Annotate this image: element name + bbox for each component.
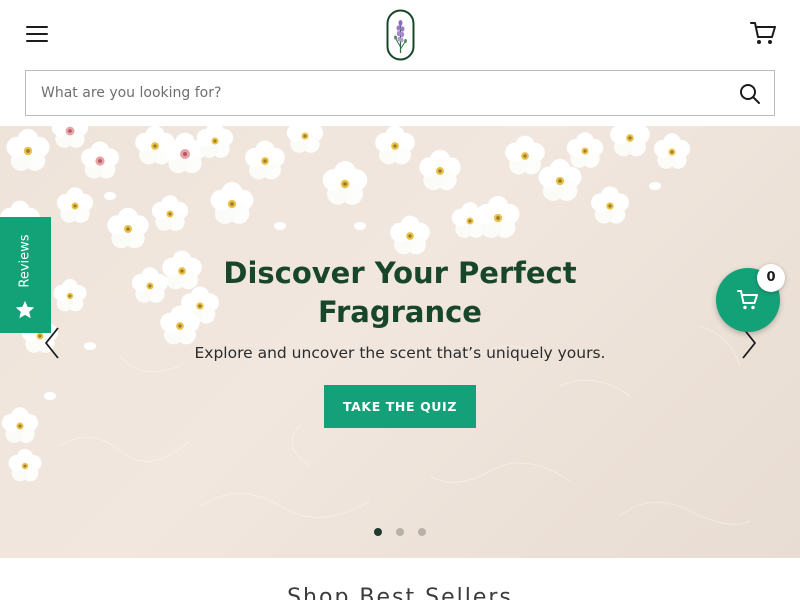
- site-header: [0, 0, 800, 126]
- cart-count-badge: 0: [757, 264, 785, 292]
- hamburger-menu-button[interactable]: [22, 20, 52, 48]
- lavender-logo-icon[interactable]: [386, 9, 415, 61]
- reviews-tab-label: Reviews: [17, 234, 33, 288]
- search-bar: [25, 70, 775, 116]
- take-quiz-button[interactable]: TAKE THE QUIZ: [324, 385, 476, 428]
- slide-dot-1[interactable]: [374, 528, 382, 536]
- star-icon: [15, 300, 35, 319]
- search-icon[interactable]: [738, 82, 762, 106]
- hero-banner: Discover Your Perfect Fragrance Explore …: [0, 126, 800, 558]
- hamburger-line: [26, 26, 48, 28]
- hero-title: Discover Your Perfect Fragrance: [223, 256, 577, 329]
- reviews-tab[interactable]: Reviews: [0, 217, 51, 333]
- hamburger-line: [26, 33, 48, 35]
- shopping-cart-icon[interactable]: [748, 18, 778, 48]
- slide-dot-3[interactable]: [418, 528, 426, 536]
- hamburger-line: [26, 40, 48, 42]
- blossom-background-image: [0, 126, 751, 525]
- cart-icon: [737, 290, 758, 310]
- hero-subtitle: Explore and uncover the scent that’s uni…: [194, 344, 606, 362]
- slide-dot-2[interactable]: [396, 528, 404, 536]
- search-input[interactable]: [26, 71, 716, 115]
- section-title: Shop Best Sellers: [287, 585, 513, 600]
